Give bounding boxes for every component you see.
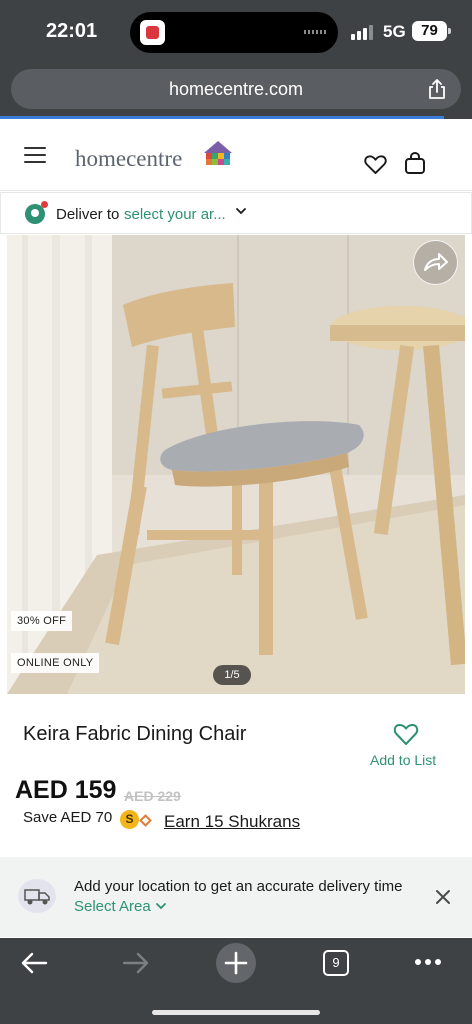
audio-waveform-icon	[304, 30, 326, 34]
shukran-diamond-icon	[139, 814, 152, 827]
chevron-down-icon[interactable]	[235, 205, 247, 217]
forward-arrow-icon[interactable]	[122, 952, 150, 974]
chair-photo	[7, 235, 465, 694]
location-banner: Add your location to get an accurate del…	[0, 857, 472, 937]
signal-icon	[351, 24, 375, 40]
location-banner-text: Add your location to get an accurate del…	[74, 877, 424, 917]
logo[interactable]: homecentre	[75, 146, 182, 172]
browser-chrome: 22:01 5G 79 homecentre.com	[0, 0, 472, 119]
status-time: 22:01	[46, 20, 98, 42]
live-activity-app-icon	[140, 20, 165, 45]
add-to-list-button[interactable]: Add to List	[370, 752, 436, 768]
browser-toolbar: 9	[0, 938, 472, 1024]
address-bar[interactable]: homecentre.com	[11, 69, 461, 109]
select-area-chevron-icon[interactable]	[155, 901, 167, 911]
deliver-area-link[interactable]: select your ar...	[124, 206, 226, 223]
url-text[interactable]: homecentre.com	[11, 79, 461, 100]
shukran-coin-icon: S	[120, 810, 139, 829]
share-product-button[interactable]	[413, 240, 458, 285]
original-price: AED 229	[124, 788, 181, 804]
home-indicator[interactable]	[152, 1010, 320, 1015]
dynamic-island	[130, 12, 338, 53]
wishlist-heart-icon[interactable]	[364, 154, 387, 175]
deliver-to-selector[interactable]: Deliver to select your ar...	[0, 192, 472, 234]
location-pin-icon	[25, 201, 48, 224]
back-arrow-icon[interactable]	[20, 952, 48, 974]
battery-icon: 79	[412, 21, 451, 41]
site-header: homecentre	[0, 119, 472, 191]
product-title: Keira Fabric Dining Chair	[23, 723, 247, 745]
more-options-icon[interactable]	[414, 958, 442, 966]
plus-icon	[224, 951, 248, 975]
close-icon[interactable]	[435, 889, 451, 905]
earn-shukrans-link[interactable]: Earn 15 Shukrans	[164, 812, 300, 832]
shopping-bag-icon[interactable]	[404, 151, 426, 175]
product-image[interactable]: 30% OFF ONLINE ONLY 1/5	[7, 235, 465, 694]
share-icon[interactable]	[427, 78, 447, 100]
deliver-label: Deliver to	[56, 206, 120, 223]
page: 22:01 5G 79 homecentre.com homecentre De…	[0, 0, 472, 1024]
menu-icon[interactable]	[24, 147, 46, 163]
add-to-list-heart-icon[interactable]	[393, 722, 419, 746]
share-arrow-icon	[424, 253, 448, 271]
network-type: 5G	[383, 22, 406, 41]
online-only-badge: ONLINE ONLY	[11, 653, 100, 673]
discount-badge: 30% OFF	[11, 611, 73, 631]
logo-mark-icon	[204, 141, 232, 165]
image-counter: 1/5	[213, 665, 251, 685]
select-area-link[interactable]: Select Area	[74, 898, 151, 915]
new-tab-button[interactable]	[216, 943, 256, 983]
product-price: AED 159	[15, 776, 117, 804]
savings-text: Save AED 70	[23, 809, 113, 826]
delivery-truck-icon	[18, 879, 56, 913]
location-banner-message: Add your location to get an accurate del…	[74, 878, 403, 895]
tab-switcher-button[interactable]: 9	[323, 950, 349, 976]
